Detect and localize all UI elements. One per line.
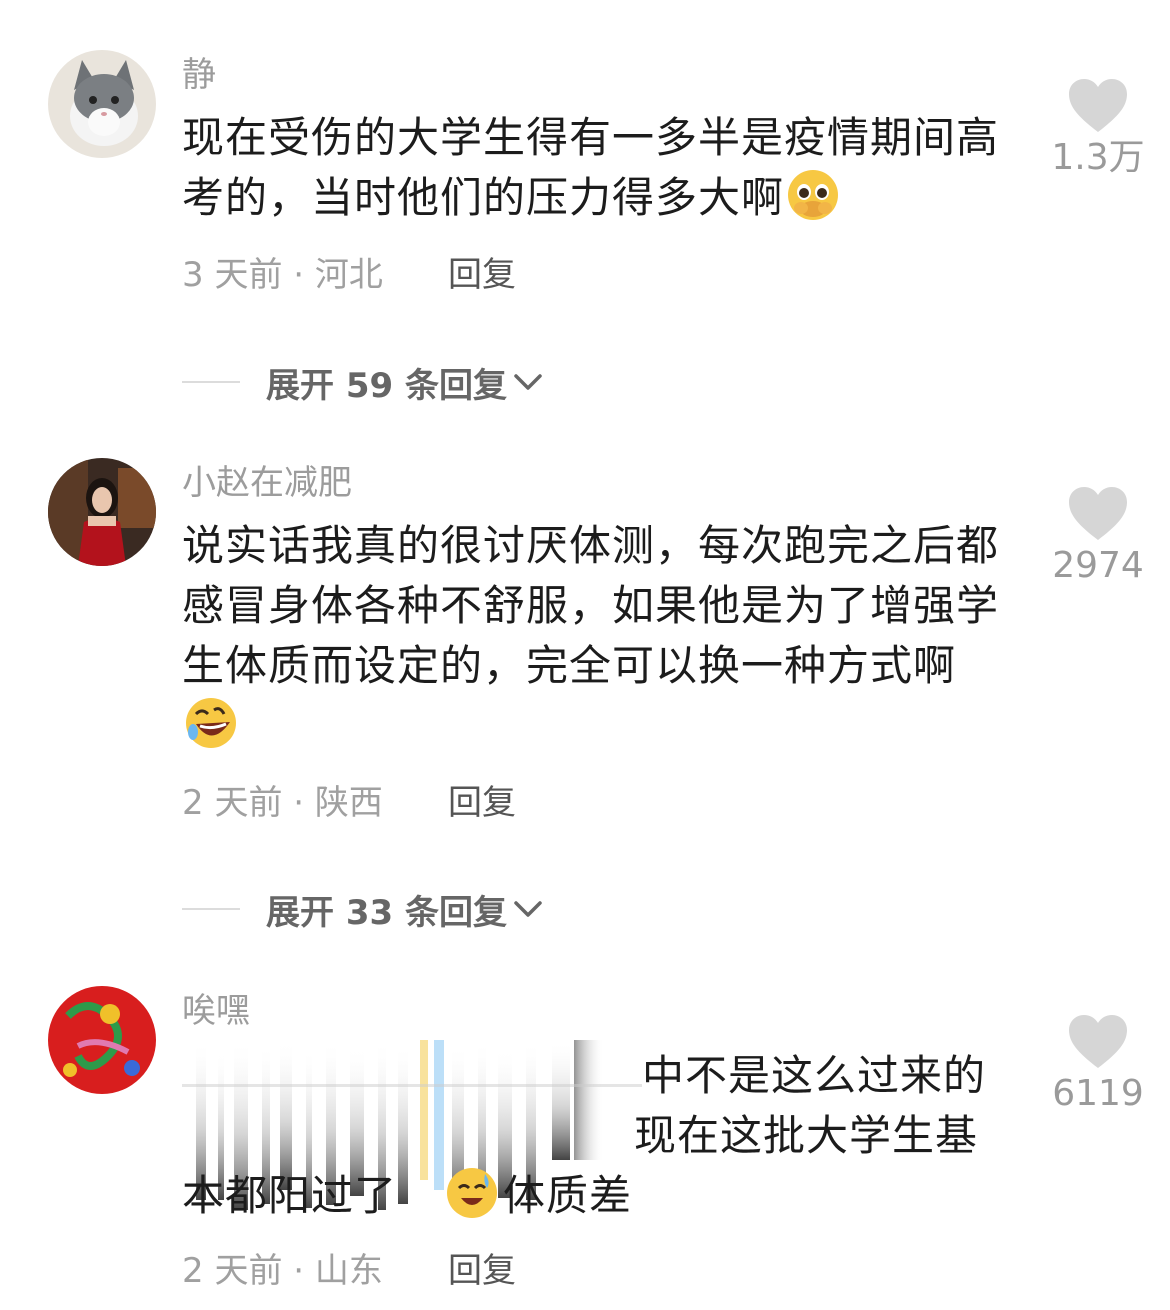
reply-button[interactable]: 回复	[448, 1254, 516, 1288]
like-button[interactable]: 2974	[1040, 486, 1156, 584]
avatar[interactable]	[48, 458, 156, 566]
like-count: 6119	[1052, 1073, 1144, 1114]
time-location: 3 天前 · 河北	[182, 255, 383, 295]
rolling-laughing-emoji-icon	[184, 696, 238, 750]
like-button[interactable]: 1.3万	[1040, 78, 1156, 176]
heart-icon	[1069, 1015, 1127, 1068]
heart-icon	[1069, 487, 1127, 540]
like-count: 2974	[1052, 545, 1144, 586]
comment-text-line: 本都阳过了	[182, 1171, 398, 1220]
chevron-down-icon	[514, 901, 542, 917]
comment-text-line: 体质差	[503, 1171, 633, 1220]
like-count: 1.3万	[1051, 137, 1145, 178]
reply-button[interactable]: 回复	[448, 786, 516, 820]
chevron-down-icon	[514, 374, 542, 390]
avatar[interactable]	[48, 986, 156, 1094]
pleading-face-emoji-icon	[786, 168, 840, 222]
username[interactable]: 唉嘿	[182, 994, 250, 1028]
divider	[182, 908, 240, 910]
expand-replies-button[interactable]: 展开 33 条回复	[182, 889, 543, 933]
time-location: 2 天前 · 山东	[182, 1251, 383, 1291]
comment-text-line: 现在这批大学生基	[634, 1111, 979, 1160]
sweat-smile-emoji-icon	[445, 1166, 499, 1220]
expand-replies-label: 展开 59 条回复	[266, 365, 507, 406]
comment-text: 说实话我真的很讨厌体测，每次跑完之后都感冒身体各种不舒服，如果他是为了增强学生体…	[182, 516, 1002, 756]
reply-button[interactable]: 回复	[448, 258, 516, 292]
divider	[182, 381, 240, 383]
comment-text-content: 现在受伤的大学生得有一多半是疫情期间高考的，当时他们的压力得多大啊	[182, 113, 1000, 222]
avatar[interactable]	[48, 50, 156, 158]
expand-replies-button[interactable]: 展开 59 条回复	[182, 362, 543, 406]
comment-text: 中不是这么过来的 现在这批大学生基 本都阳过了 体质差	[182, 1046, 1002, 1226]
username[interactable]: 静	[182, 58, 216, 92]
heart-icon	[1069, 79, 1127, 132]
time-location: 2 天前 · 陕西	[182, 783, 383, 823]
like-button[interactable]: 6119	[1040, 1014, 1156, 1112]
username[interactable]: 小赵在减肥	[182, 466, 352, 500]
comment-text-content: 说实话我真的很讨厌体测，每次跑完之后都感冒身体各种不舒服，如果他是为了增强学生体…	[182, 521, 1000, 690]
comment-text-line: 中不是这么过来的	[642, 1051, 987, 1100]
comment-text: 现在受伤的大学生得有一多半是疫情期间高考的，当时他们的压力得多大啊	[182, 108, 1002, 228]
expand-replies-label: 展开 33 条回复	[266, 892, 507, 933]
